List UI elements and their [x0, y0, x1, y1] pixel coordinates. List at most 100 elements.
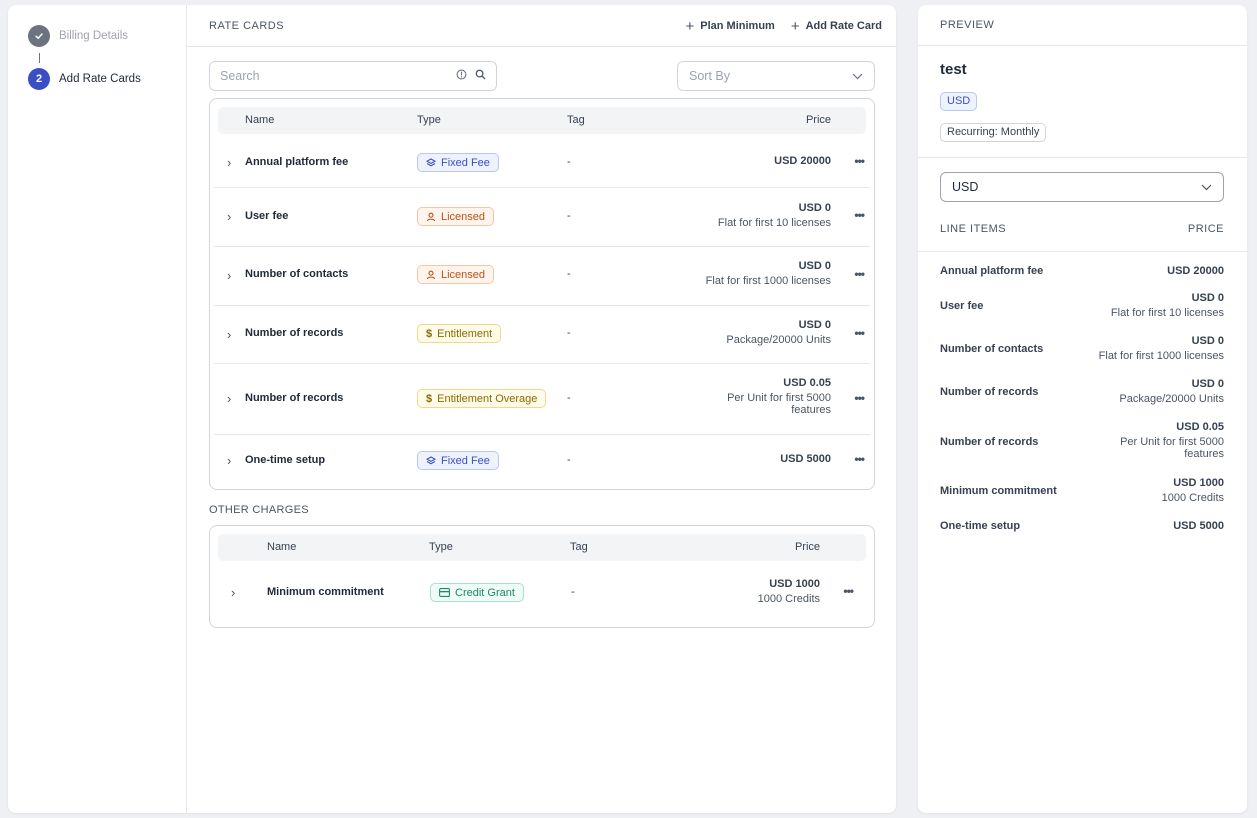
- line-item: Number of records USD 0.05 Per Unit for …: [940, 421, 1224, 469]
- line-items-label: LINE ITEMS: [940, 223, 1007, 235]
- row-name: Number of contacts: [245, 268, 349, 280]
- type-badge: Licensed: [417, 207, 495, 226]
- line-item: User fee USD 0 Flat for first 10 license…: [940, 292, 1224, 328]
- table-row[interactable]: › Number of contacts Licensed - USD 0 Fl…: [214, 247, 870, 306]
- column-header-tag: Tag: [570, 541, 588, 553]
- plan-minimum-button[interactable]: + Plan Minimum: [686, 19, 775, 34]
- user-icon: [426, 212, 436, 221]
- type-label: Credit Grant: [455, 586, 515, 599]
- dollar-icon: $: [426, 392, 433, 405]
- price-value: USD 20000: [774, 155, 831, 167]
- currency-select-value: USD: [952, 180, 979, 194]
- line-item: One-time setup USD 5000: [940, 520, 1224, 540]
- info-icon[interactable]: [456, 67, 467, 85]
- price-value: USD 5000: [780, 453, 831, 465]
- more-options-icon[interactable]: •••: [854, 391, 865, 405]
- user-icon: [426, 270, 436, 279]
- search-input[interactable]: [220, 69, 456, 83]
- section-title: RATE CARDS: [209, 19, 285, 32]
- layers-icon: [426, 455, 436, 464]
- stepper: Billing Details 2 Add Rate Cards: [8, 5, 187, 813]
- type-label: Licensed: [441, 268, 486, 281]
- search-box: [209, 61, 497, 91]
- recurring-badge: Recurring: Monthly: [940, 123, 1047, 142]
- row-name: User fee: [245, 210, 289, 222]
- price-note: 1000 Credits: [1161, 492, 1224, 504]
- price-note: Per Unit for first 5000: [1120, 436, 1224, 448]
- plus-icon: +: [790, 17, 800, 35]
- row-tag: -: [567, 454, 571, 466]
- row-price: USD 1000 1000 Credits: [758, 578, 820, 605]
- chevron-right-icon[interactable]: ›: [231, 585, 235, 600]
- chevron-right-icon[interactable]: ›: [227, 391, 231, 406]
- step-add-rate-cards[interactable]: 2 Add Rate Cards: [28, 68, 141, 90]
- more-options-icon[interactable]: •••: [854, 154, 865, 168]
- price-note: Flat for first 1000 licenses: [1098, 350, 1224, 362]
- type-badge: Licensed: [417, 265, 495, 284]
- chevron-down-icon: [1201, 180, 1212, 194]
- chevron-right-icon[interactable]: ›: [227, 327, 231, 342]
- sort-by-select[interactable]: Sort By: [677, 61, 875, 91]
- table-row[interactable]: › One-time setup Fixed Fee - USD 5000 ••…: [214, 435, 870, 487]
- row-name: Annual platform fee: [245, 156, 349, 168]
- column-header-price: Price: [805, 114, 831, 126]
- table-header: Name Type Tag Price: [218, 107, 866, 134]
- price-value: USD 0.05: [1176, 421, 1224, 433]
- chevron-right-icon[interactable]: ›: [227, 155, 231, 170]
- plan-name: test: [940, 61, 967, 78]
- add-rate-card-button[interactable]: + Add Rate Card: [791, 19, 882, 34]
- type-label: Licensed: [441, 210, 486, 223]
- more-options-icon[interactable]: •••: [854, 326, 865, 340]
- chevron-right-icon[interactable]: ›: [227, 268, 231, 283]
- add-rate-card-label: Add Rate Card: [805, 20, 882, 32]
- table-row[interactable]: › Minimum commitment Credit Grant - USD …: [214, 564, 870, 624]
- price-value: USD 5000: [1173, 520, 1224, 532]
- search-icon[interactable]: [475, 67, 486, 85]
- line-item-price: USD 0 Flat for first 1000 licenses: [1099, 335, 1224, 362]
- line-items-header: LINE ITEMS PRICE: [940, 223, 1224, 235]
- price-value: USD 0: [798, 319, 831, 331]
- type-badge: $ Entitlement: [417, 324, 502, 343]
- table-row[interactable]: › User fee Licensed - USD 0 Flat for fir…: [214, 188, 870, 247]
- price-label: PRICE: [1187, 223, 1224, 235]
- type-label: Fixed Fee: [441, 454, 490, 467]
- plan-minimum-label: Plan Minimum: [700, 20, 775, 32]
- type-badge: Fixed Fee: [417, 451, 499, 470]
- price-note: Per Unit for first 5000: [727, 392, 831, 404]
- line-item-name: User fee: [940, 300, 984, 312]
- main-card: Billing Details 2 Add Rate Cards RATE CA…: [8, 5, 896, 813]
- more-options-icon[interactable]: •••: [854, 267, 865, 281]
- other-charges-title: OTHER CHARGES: [209, 504, 309, 516]
- row-name: Number of records: [245, 392, 344, 404]
- price-value: USD 0: [798, 202, 831, 214]
- sort-by-label: Sort By: [689, 69, 730, 83]
- more-options-icon[interactable]: •••: [854, 208, 865, 222]
- line-item-price: USD 0.05 Per Unit for first 5000 feature…: [1120, 421, 1224, 460]
- more-options-icon[interactable]: •••: [854, 452, 865, 466]
- row-tag: -: [567, 327, 571, 339]
- chevron-right-icon[interactable]: ›: [227, 209, 231, 224]
- line-item: Minimum commitment USD 1000 1000 Credits: [940, 477, 1224, 513]
- price-value: USD 0: [798, 260, 831, 272]
- rate-cards-pane: RATE CARDS + Plan Minimum + Add Rate Car…: [187, 5, 896, 813]
- price-note: features: [791, 404, 831, 416]
- table-row[interactable]: › Annual platform fee Fixed Fee - USD 20…: [214, 137, 870, 188]
- price-note: Package/20000 Units: [726, 334, 831, 346]
- table-row[interactable]: › Number of records $ Entitlement Overag…: [214, 364, 870, 435]
- currency-select[interactable]: USD: [940, 172, 1224, 202]
- line-item: Number of contacts USD 0 Flat for first …: [940, 335, 1224, 371]
- table-row[interactable]: › Number of records $ Entitlement - USD …: [214, 306, 870, 364]
- row-price: USD 20000: [774, 155, 831, 167]
- column-header-type: Type: [429, 541, 453, 553]
- type-badge: Fixed Fee: [417, 153, 499, 172]
- line-item-name: Minimum commitment: [940, 485, 1057, 497]
- row-price: USD 0.05 Per Unit for first 5000 feature…: [727, 377, 831, 416]
- row-price: USD 0 Flat for first 1000 licenses: [706, 260, 831, 287]
- chevron-right-icon[interactable]: ›: [227, 453, 231, 468]
- type-label: Fixed Fee: [441, 156, 490, 169]
- rate-cards-header: RATE CARDS + Plan Minimum + Add Rate Car…: [187, 5, 896, 47]
- step-billing-details[interactable]: Billing Details: [28, 25, 128, 47]
- line-item-name: Number of records: [940, 436, 1039, 448]
- more-options-icon[interactable]: •••: [843, 584, 854, 598]
- line-item-name: Number of records: [940, 386, 1039, 398]
